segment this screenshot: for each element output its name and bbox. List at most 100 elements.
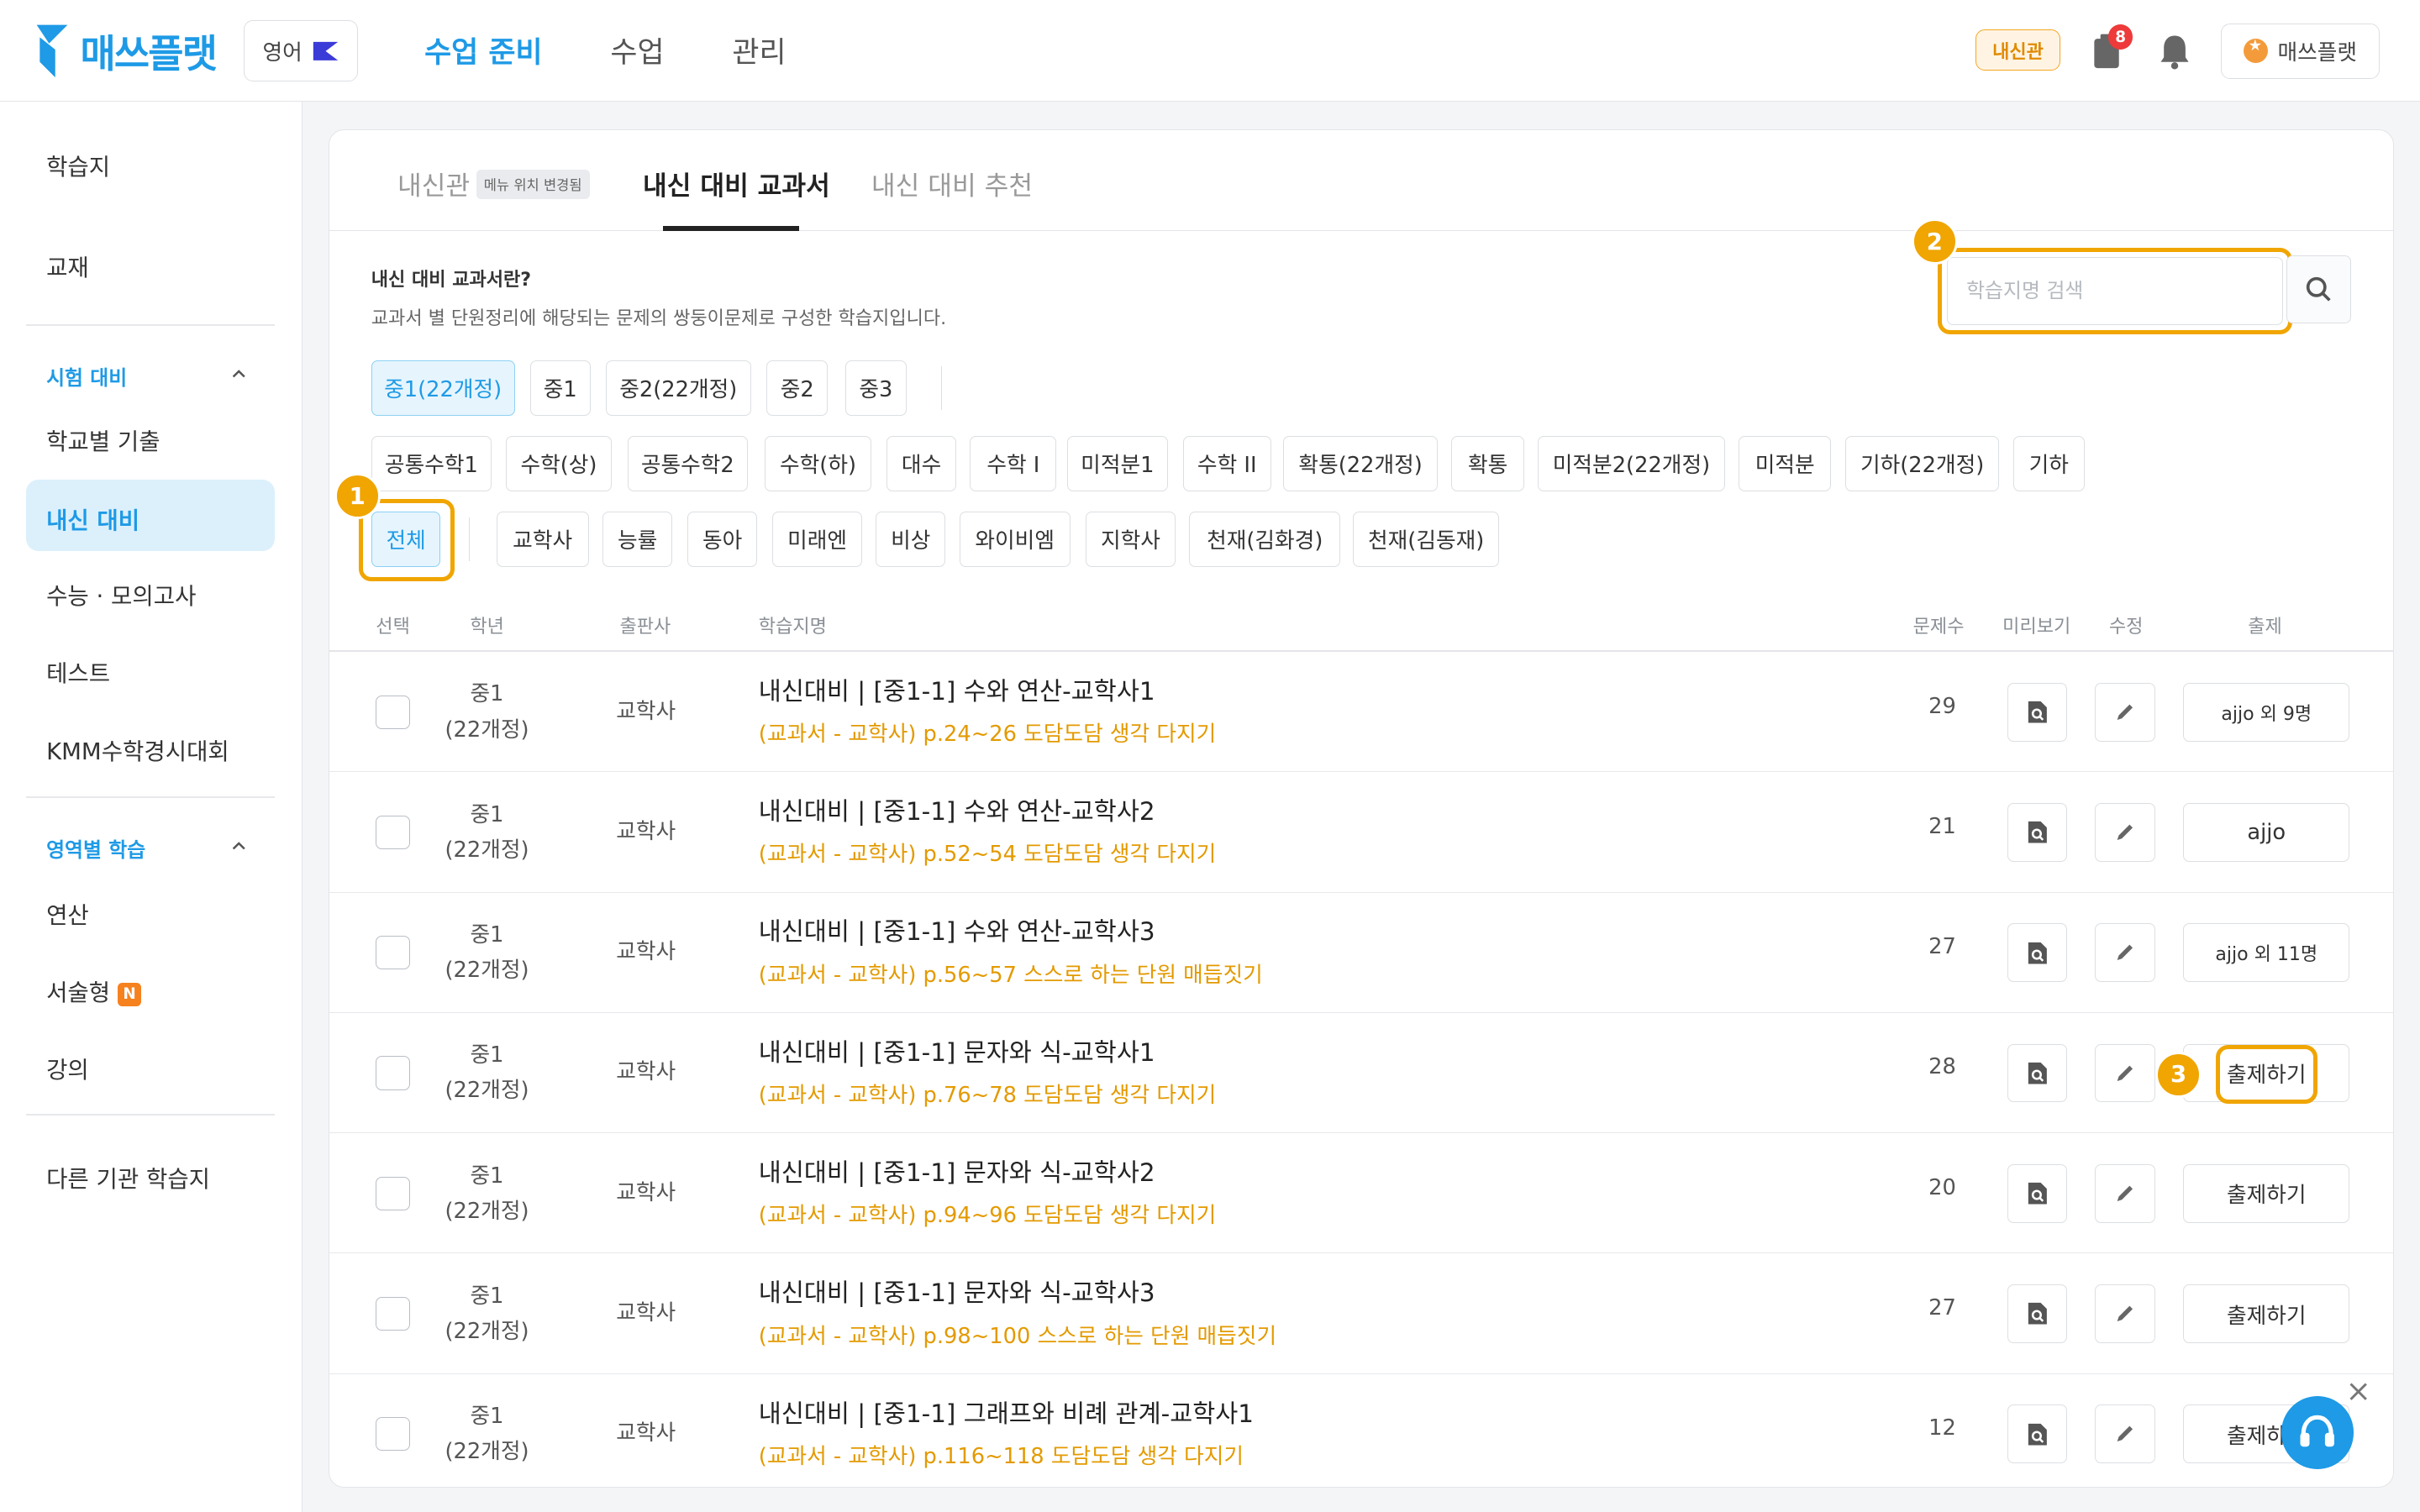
assign-button[interactable]: ajjo 외 9명: [2183, 682, 2350, 742]
row-checkbox[interactable]: [376, 1417, 410, 1452]
row-checkbox[interactable]: [376, 695, 410, 729]
filter-subject[interactable]: 수학 I: [970, 435, 1057, 492]
language-button[interactable]: 영어: [244, 19, 359, 82]
filter-grade-m1-22[interactable]: 중1(22개정): [371, 360, 515, 417]
support-chat-button[interactable]: [2281, 1396, 2354, 1469]
nav-manage[interactable]: 관리: [732, 29, 786, 71]
search-button[interactable]: [2286, 255, 2352, 323]
row-checkbox[interactable]: [376, 1176, 410, 1210]
sidebar-item-other-org[interactable]: 다른 기관 학습지: [46, 1160, 210, 1194]
filter-publisher-all[interactable]: 전체: [371, 511, 441, 568]
bell-icon[interactable]: [2156, 31, 2193, 71]
filter-publisher[interactable]: 지학사: [1086, 511, 1176, 568]
filter-publisher[interactable]: 천재(김동재): [1352, 511, 1500, 568]
chevron-up-icon[interactable]: [232, 367, 246, 381]
assign-button[interactable]: 출제하기: [2183, 1163, 2350, 1223]
sidebar-item-test[interactable]: 테스트: [46, 654, 110, 688]
filter-subject[interactable]: 수학 II: [1182, 435, 1271, 492]
nav-class[interactable]: 수업: [610, 29, 664, 71]
row-worksheet-name[interactable]: 내신대비 | [중1-1] 수와 연산-교학사1: [759, 672, 1155, 707]
filter-subject[interactable]: 공통수학1: [371, 435, 492, 492]
close-icon[interactable]: [2346, 1379, 2370, 1404]
row-worksheet-name[interactable]: 내신대비 | [중1-1] 수와 연산-교학사3: [759, 912, 1155, 948]
filter-grade-m3[interactable]: 중3: [844, 360, 908, 417]
preview-doc-icon: [2028, 1423, 2047, 1446]
filter-subject[interactable]: 미적분1: [1067, 435, 1168, 492]
filter-subject[interactable]: 기하(22개정): [1844, 435, 2000, 492]
filter-publisher[interactable]: 비상: [876, 511, 946, 568]
row-worksheet-name[interactable]: 내신대비 | [중1-1] 수와 연산-교학사2: [759, 792, 1155, 827]
filter-subject[interactable]: 수학(상): [505, 435, 613, 492]
preview-button[interactable]: [2007, 682, 2068, 742]
edit-button[interactable]: [2095, 682, 2155, 742]
filter-publisher[interactable]: 동아: [687, 511, 757, 568]
preview-button[interactable]: [2007, 1284, 2068, 1343]
preview-button[interactable]: [2007, 1163, 2068, 1223]
row-worksheet-name[interactable]: 내신대비 | [중1-1] 문자와 식-교학사2: [759, 1153, 1155, 1189]
search-input[interactable]: [1947, 256, 2284, 325]
tab-naesin-recommend[interactable]: 내신 대비 추천: [871, 165, 1033, 202]
tab-naesin[interactable]: 내신관 메뉴 위치 변경됨: [397, 165, 590, 202]
sidebar-item-suneung[interactable]: 수능 · 모의고사: [46, 577, 196, 611]
filter-subject[interactable]: 확통(22개정): [1283, 435, 1438, 492]
filter-grade-m1[interactable]: 중1: [529, 360, 591, 417]
assign-button[interactable]: 출제하기: [2183, 1284, 2350, 1343]
filter-subject[interactable]: 수학(하): [765, 435, 871, 492]
row-worksheet-name[interactable]: 내신대비 | [중1-1] 문자와 식-교학사3: [759, 1273, 1155, 1309]
filter-publisher[interactable]: 천재(김화경): [1189, 511, 1341, 568]
preview-button[interactable]: [2007, 923, 2068, 983]
edit-button[interactable]: [2095, 803, 2155, 862]
sidebar-item-calc[interactable]: 연산: [46, 896, 89, 930]
assign-button[interactable]: ajjo 외 11명: [2183, 923, 2350, 983]
column-header-publisher: 출판사: [619, 617, 671, 638]
edit-button[interactable]: [2095, 923, 2155, 983]
chevron-up-icon[interactable]: [232, 839, 246, 853]
user-profile-button[interactable]: 매쓰플랫: [2221, 23, 2381, 79]
logo[interactable]: 매쓰플랫: [34, 22, 218, 81]
edit-button[interactable]: [2095, 1163, 2155, 1223]
preview-button[interactable]: [2007, 1043, 2068, 1103]
row-checkbox[interactable]: [376, 1056, 410, 1090]
filter-subject[interactable]: 확통: [1451, 435, 1524, 492]
filter-subject[interactable]: 미적분: [1739, 435, 1832, 492]
filter-publisher[interactable]: 능률: [602, 511, 672, 568]
filter-publisher[interactable]: 교학사: [496, 511, 589, 568]
sidebar-item-worksheet[interactable]: 학습지: [46, 148, 110, 181]
filter-subject[interactable]: 대수: [886, 435, 956, 492]
edit-button[interactable]: [2095, 1043, 2155, 1103]
sidebar-item-lecture[interactable]: 강의: [46, 1051, 89, 1084]
nav-class-prep[interactable]: 수업 준비: [424, 29, 542, 71]
filter-separator: [940, 366, 943, 410]
sidebar-section-area[interactable]: 영역별 학습: [46, 833, 145, 863]
preview-doc-icon: [2028, 942, 2047, 964]
edit-button[interactable]: [2095, 1404, 2155, 1464]
sidebar-item-naesin[interactable]: 내신 대비: [46, 501, 139, 535]
filter-subject[interactable]: 공통수학2: [627, 435, 748, 492]
preview-button[interactable]: [2007, 803, 2068, 862]
filter-subject[interactable]: 미적분2(22개정): [1538, 435, 1725, 492]
sidebar-section-exam[interactable]: 시험 대비: [46, 361, 127, 391]
row-checkbox[interactable]: [376, 1296, 410, 1331]
row-grade-level: 중1: [470, 1404, 504, 1430]
assign-button[interactable]: ajjo: [2183, 803, 2350, 862]
row-grade: 중1 (22개정): [425, 1158, 549, 1230]
sidebar-item-school-exam[interactable]: 학교별 기출: [46, 423, 160, 456]
row-grade: 중1 (22개정): [425, 1399, 549, 1470]
row-worksheet-name[interactable]: 내신대비 | [중1-1] 문자와 식-교학사1: [759, 1033, 1155, 1068]
preview-doc-icon: [2028, 1062, 2047, 1084]
preview-button[interactable]: [2007, 1404, 2068, 1464]
edit-button[interactable]: [2095, 1284, 2155, 1343]
sidebar-item-essay[interactable]: 서술형 N: [46, 974, 141, 1007]
filter-grade-m2[interactable]: 중2: [765, 360, 829, 417]
naesin-button[interactable]: 내신관: [1975, 29, 2060, 71]
row-worksheet-name[interactable]: 내신대비 | [중1-1] 그래프와 비례 관계-교학사1: [759, 1394, 1254, 1430]
filter-grade-m2-22[interactable]: 중2(22개정): [605, 360, 751, 417]
filter-publisher[interactable]: 와이비엠: [959, 511, 1071, 568]
sidebar-item-textbook[interactable]: 교재: [46, 249, 89, 282]
tab-naesin-textbook[interactable]: 내신 대비 교과서: [643, 165, 830, 202]
row-checkbox[interactable]: [376, 936, 410, 970]
filter-subject[interactable]: 기하: [2013, 435, 2085, 492]
filter-publisher[interactable]: 미래엔: [772, 511, 862, 568]
sidebar-item-kmm[interactable]: KMM수학경시대회: [46, 732, 229, 766]
row-checkbox[interactable]: [376, 815, 410, 850]
